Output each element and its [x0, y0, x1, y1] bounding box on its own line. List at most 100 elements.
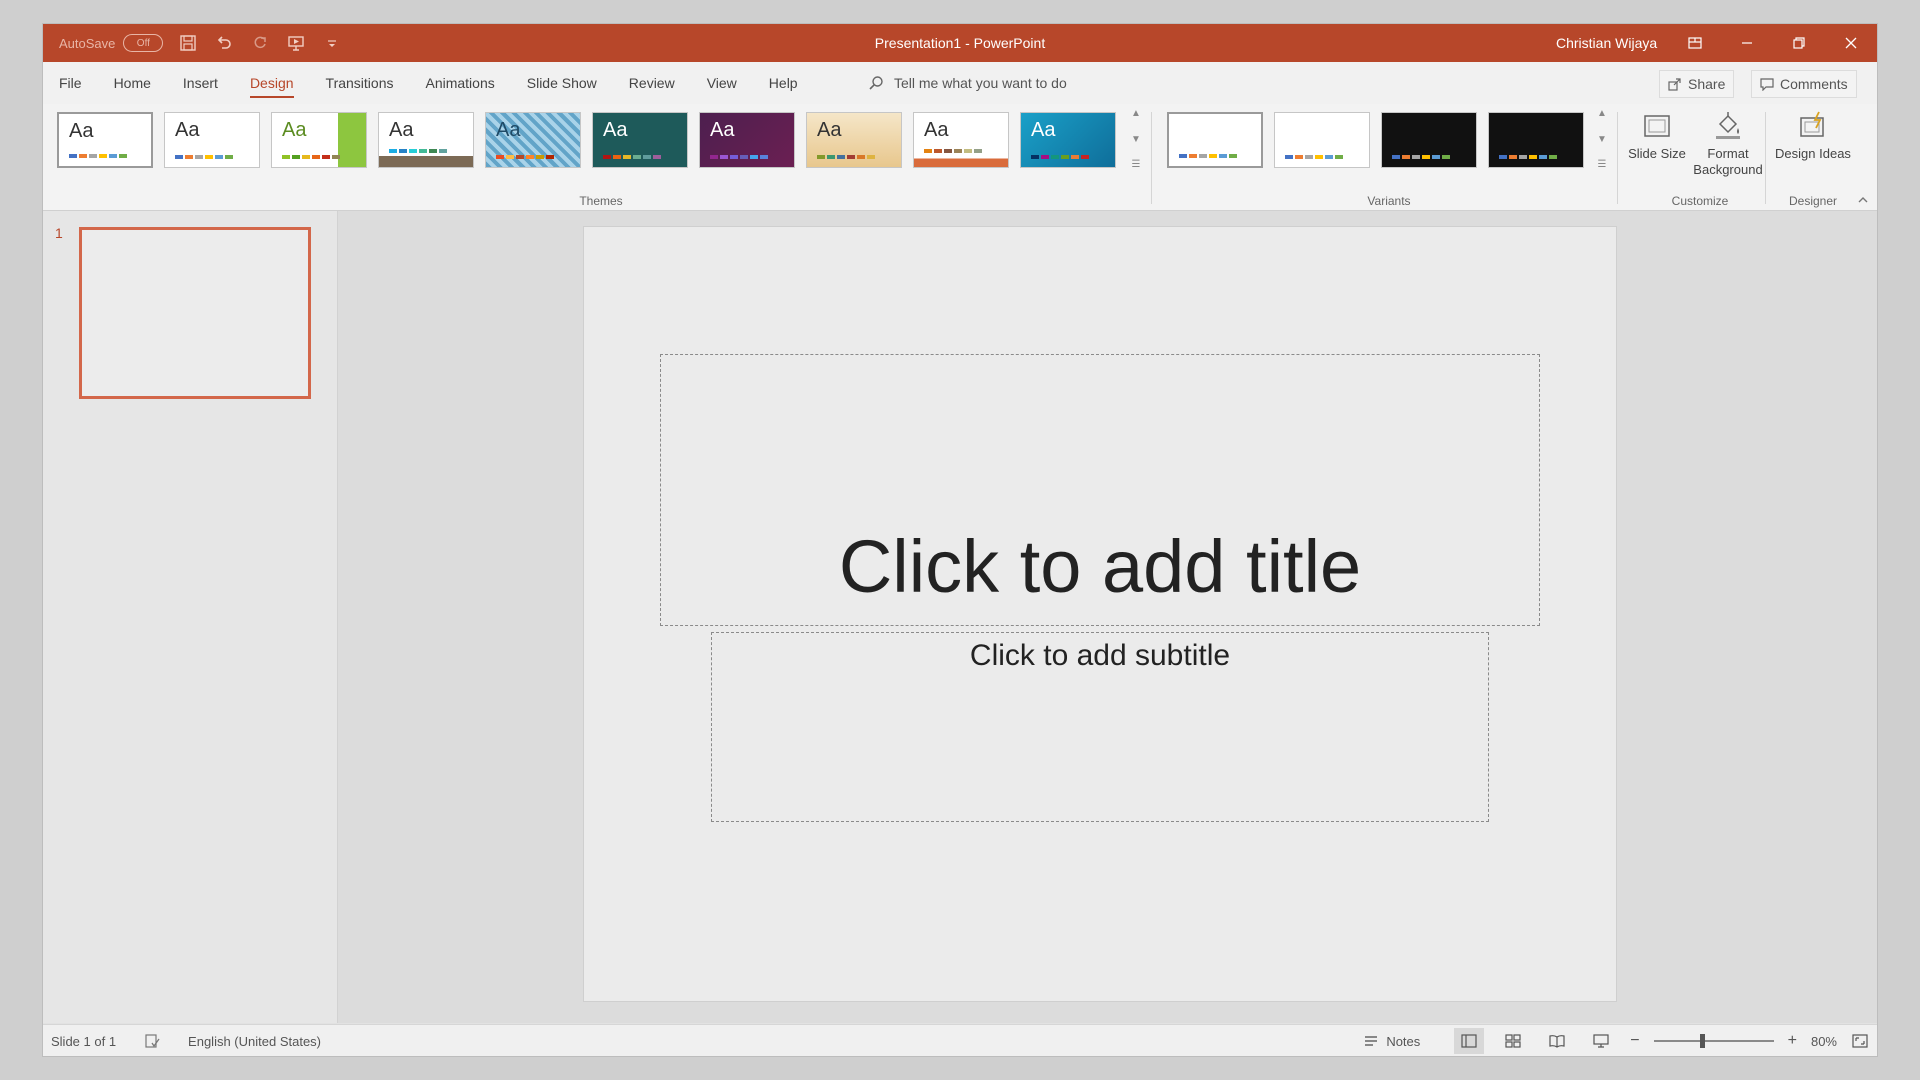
theme-ion-boardroom-colors: [496, 155, 554, 159]
gallery-down-icon: ▼: [1131, 133, 1141, 145]
spelling-check-icon[interactable]: [144, 1033, 160, 1049]
tell-me-placeholder: Tell me what you want to do: [894, 75, 1067, 91]
user-name[interactable]: Christian Wijaya: [1556, 24, 1657, 62]
theme-office-2[interactable]: Aa: [164, 112, 260, 168]
theme-ion[interactable]: Aa: [592, 112, 688, 168]
themes-gallery-scroll[interactable]: ▲ ▼ ☰: [1128, 108, 1144, 170]
zoom-track: [1653, 1040, 1774, 1042]
theme-slice-glyph: Aa: [1031, 119, 1056, 141]
variants-down-icon: ▼: [1597, 133, 1607, 145]
theme-organic-colors: [817, 155, 875, 159]
reading-view-icon: [1549, 1035, 1565, 1048]
variants-more-icon: ☰: [1597, 159, 1607, 170]
ribbon-separator: [1151, 112, 1152, 204]
ribbon-display-options-button[interactable]: [1669, 24, 1721, 62]
subtitle-placeholder[interactable]: Click to add subtitle: [711, 632, 1489, 822]
window-controls: [1669, 24, 1877, 62]
variant-3[interactable]: [1381, 112, 1477, 168]
tab-design[interactable]: Design: [234, 62, 310, 104]
collapse-ribbon-icon[interactable]: [1856, 194, 1870, 206]
fit-slide-icon[interactable]: [1851, 1033, 1869, 1049]
variant-3-colors: [1392, 155, 1450, 159]
zoom-slider[interactable]: [1653, 1033, 1774, 1049]
paint-bucket-icon: [1716, 112, 1740, 139]
tab-transitions[interactable]: Transitions: [310, 62, 410, 104]
slide-number: 1: [55, 225, 63, 241]
slide-show-view-button[interactable]: [1586, 1028, 1616, 1054]
theme-organic[interactable]: Aa: [806, 112, 902, 168]
tab-file[interactable]: File: [43, 62, 98, 104]
theme-integral[interactable]: Aa: [378, 112, 474, 168]
menu-bar: File Home Insert Design Transitions Anim…: [43, 62, 1877, 104]
comments-button[interactable]: Comments: [1751, 70, 1857, 98]
status-right: Notes − + 80%: [1362, 1025, 1869, 1056]
variant-2[interactable]: [1274, 112, 1370, 168]
slide-size-icon: [1644, 115, 1670, 137]
theme-ion-boardroom-glyph: Aa: [496, 119, 521, 141]
close-button[interactable]: [1825, 24, 1877, 62]
ribbon-separator: [1617, 112, 1618, 204]
variant-1[interactable]: [1167, 112, 1263, 168]
restore-icon: [1793, 37, 1805, 49]
zoom-out-button[interactable]: −: [1630, 1032, 1639, 1050]
theme-retrospect-colors: [924, 149, 982, 153]
title-placeholder-text: Click to add title: [838, 525, 1362, 608]
slide-sorter-view-button[interactable]: [1498, 1028, 1528, 1054]
reading-view-button[interactable]: [1542, 1028, 1572, 1054]
theme-retrospect[interactable]: Aa: [913, 112, 1009, 168]
theme-ion-purple[interactable]: Aa: [699, 112, 795, 168]
title-bar: AutoSave Off Presentation1 - PowerPoint: [43, 24, 1877, 62]
tab-animations[interactable]: Animations: [409, 62, 510, 104]
notes-label: Notes: [1386, 1033, 1421, 1049]
design-ideas-icon: [1800, 111, 1824, 137]
theme-ion-purple-colors: [710, 155, 768, 159]
comments-label: Comments: [1780, 76, 1848, 92]
variant-1-colors: [1179, 154, 1237, 158]
format-background-button[interactable]: Format Background: [1683, 110, 1773, 178]
theme-facet-glyph: Aa: [282, 119, 307, 141]
language-indicator[interactable]: English (United States): [188, 1034, 321, 1049]
zoom-in-button[interactable]: +: [1788, 1032, 1797, 1050]
theme-retrospect-glyph: Aa: [924, 119, 949, 141]
theme-ion-purple-glyph: Aa: [710, 119, 735, 141]
restore-button[interactable]: [1773, 24, 1825, 62]
design-ideas-button[interactable]: Design Ideas: [1775, 110, 1851, 162]
theme-facet[interactable]: Aa: [271, 112, 367, 168]
title-placeholder[interactable]: Click to add title: [660, 354, 1540, 626]
normal-view-icon: [1461, 1034, 1477, 1048]
theme-slice[interactable]: Aa: [1020, 112, 1116, 168]
subtitle-placeholder-text: Click to add subtitle: [969, 639, 1231, 672]
theme-integral-glyph: Aa: [389, 119, 414, 141]
minimize-icon: [1742, 42, 1752, 44]
tab-home[interactable]: Home: [98, 62, 167, 104]
gallery-more-icon: ☰: [1131, 159, 1141, 170]
variant-4[interactable]: [1488, 112, 1584, 168]
variants-gallery-scroll[interactable]: ▲ ▼ ☰: [1594, 108, 1610, 170]
theme-ion-boardroom[interactable]: Aa: [485, 112, 581, 168]
share-button[interactable]: Share: [1659, 70, 1735, 98]
variant-4-colors: [1499, 155, 1557, 159]
slide-size-button[interactable]: Slide Size: [1627, 110, 1687, 162]
notes-icon: [1365, 1036, 1378, 1046]
tell-me-search[interactable]: Tell me what you want to do: [868, 62, 1067, 104]
theme-integral-colors: [389, 149, 447, 153]
share-icon: [1668, 78, 1681, 91]
tab-view[interactable]: View: [691, 62, 753, 104]
slide-show-icon: [1593, 1034, 1609, 1048]
screen: AutoSave Off Presentation1 - PowerPoint: [0, 0, 1920, 1080]
zoom-level[interactable]: 80%: [1811, 1034, 1837, 1049]
slide-thumbnail[interactable]: [79, 227, 311, 399]
theme-organic-glyph: Aa: [817, 119, 842, 141]
tab-slide-show[interactable]: Slide Show: [511, 62, 613, 104]
zoom-slider-thumb[interactable]: [1699, 1034, 1705, 1048]
tab-review[interactable]: Review: [613, 62, 691, 104]
normal-view-button[interactable]: [1454, 1028, 1485, 1054]
tab-insert[interactable]: Insert: [167, 62, 234, 104]
variants-group-label: Variants: [1367, 194, 1411, 208]
theme-office[interactable]: Aa: [57, 112, 153, 168]
ribbon-separator: [1765, 112, 1766, 204]
slide-canvas[interactable]: Click to add title Click to add subtitle: [584, 227, 1616, 1001]
tab-help[interactable]: Help: [753, 62, 814, 104]
notes-button[interactable]: Notes: [1362, 1033, 1420, 1049]
minimize-button[interactable]: [1721, 24, 1773, 62]
